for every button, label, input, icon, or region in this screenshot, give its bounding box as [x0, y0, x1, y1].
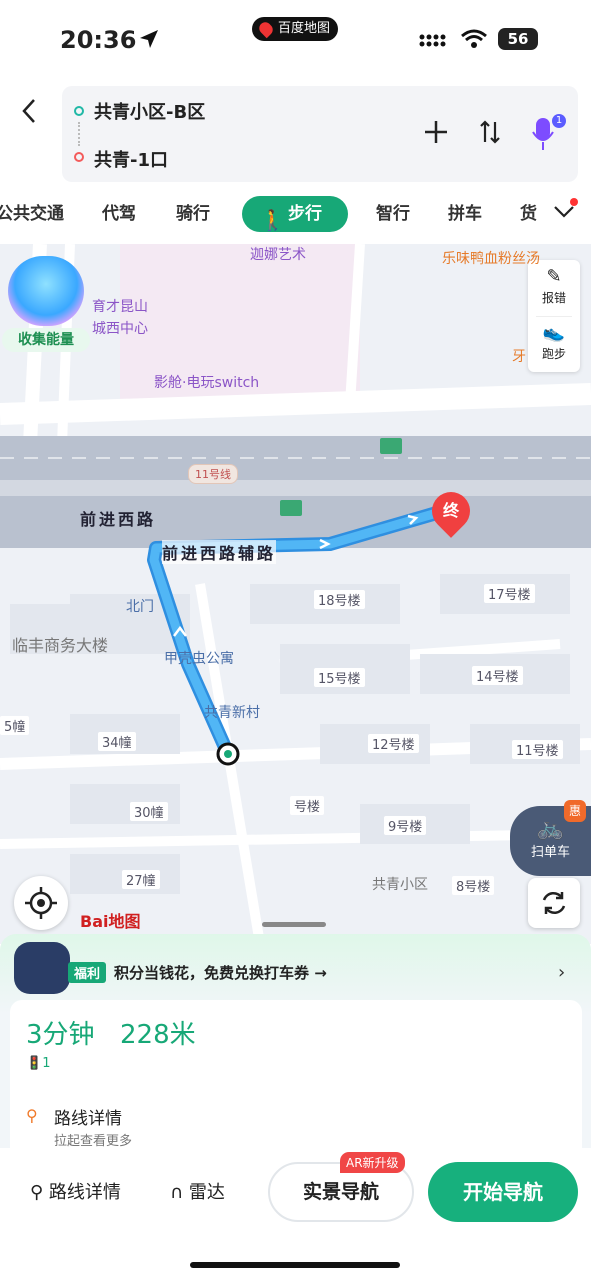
baidu-logo: Bai地图 [80, 912, 141, 931]
crosshair-icon [25, 887, 57, 919]
building-label: 12号楼 [368, 734, 419, 753]
origin-field[interactable]: 共青小区-B区 [94, 98, 205, 124]
route-duration: 3分钟 [26, 1020, 95, 1050]
poi-community[interactable]: 共青小区 [372, 874, 428, 894]
poi-linfeng[interactable]: 临丰商务大楼 [12, 632, 108, 656]
chevron-down-icon[interactable] [552, 204, 576, 220]
mode-tabs: 公共交通 代驾 骑行 🚶 步行 智行 拼车 货 [0, 190, 591, 238]
route-summary-card[interactable]: 3分钟 228米 🚦1 ⚲ 路线详情 拉起查看更多 [10, 1000, 582, 1160]
building-label: 18号楼 [314, 590, 365, 609]
poi-dental[interactable]: 牙 [512, 346, 526, 366]
refresh-button[interactable] [528, 878, 580, 928]
location-pin-icon: ⚲ [30, 1182, 44, 1203]
poi-apartment[interactable]: 甲壳虫公寓 [164, 648, 234, 668]
wifi-icon [461, 29, 487, 48]
destination-field[interactable]: 共青-1口 [94, 146, 168, 172]
promo-tag: 福利 [68, 962, 107, 983]
voice-badge: 1 [552, 114, 566, 128]
scan-bike-button[interactable]: 🚲 扫单车 惠 [510, 800, 591, 876]
status-time: 20:36 [60, 26, 137, 54]
plus-icon [425, 121, 447, 143]
walking-icon: 🚶 [260, 208, 285, 232]
route-detail-hint: 拉起查看更多 [54, 1134, 133, 1149]
map-pin-icon [256, 19, 276, 39]
back-button[interactable] [14, 96, 50, 132]
tab-walking[interactable]: 🚶 步行 [242, 196, 348, 232]
swap-route-button[interactable] [474, 118, 506, 150]
building-label: 5幢 [0, 716, 30, 735]
end-marker[interactable]: 终 [424, 484, 478, 538]
battery-indicator: 56 [498, 28, 538, 50]
promo-banner[interactable]: 福利 积分当钱花，免费兑换打车券 → › [14, 942, 584, 994]
poi-education-1[interactable]: 育才昆山 [92, 296, 148, 316]
traffic-light-count: 🚦1 [26, 1056, 51, 1071]
discount-badge: 惠 [564, 800, 586, 822]
cellular-signal-icon [419, 34, 446, 47]
tab-smart[interactable]: 智行 [376, 196, 410, 232]
road-aux: 前进西路辅路 [162, 540, 277, 564]
building-label: 15号楼 [314, 668, 365, 687]
tab-public-transit[interactable]: 公共交通 [0, 196, 64, 232]
radar-icon: ∩ [170, 1182, 184, 1203]
tab-cycling[interactable]: 骑行 [176, 196, 210, 232]
building-label: 8号楼 [452, 876, 495, 895]
building-label: 34幢 [98, 732, 136, 751]
status-bar: 20:36 百度地图 56 [0, 0, 591, 80]
building-label: 9号楼 [384, 816, 427, 835]
route-detail-title: 路线详情 [54, 1109, 122, 1129]
metro-line-label: 11号线 [188, 464, 238, 484]
start-navigation-button[interactable]: 开始导航 [428, 1162, 578, 1222]
poi-education-2[interactable]: 城西中心 [92, 318, 148, 338]
building-label: 14号楼 [472, 666, 523, 685]
map-view[interactable]: 收集能量 ✎ 报错 👟 跑步 迦娜艺术 乐味鸭血粉丝汤 育才昆山 城西中心 影舱… [0, 244, 591, 944]
route-detail-button[interactable]: ⚲ 路线详情 [30, 1178, 121, 1204]
building-label: 号楼 [290, 796, 325, 815]
building-label: 27幢 [122, 870, 160, 889]
robot-mascot-icon [14, 942, 70, 994]
chevron-right-icon: › [558, 962, 566, 983]
action-bar: ⚲ 路线详情 ∩ 雷达 实景导航 AR新升级 开始导航 [0, 1148, 591, 1280]
swap-icon [480, 120, 500, 144]
ar-upgrade-badge: AR新升级 [340, 1152, 405, 1173]
building-label: 11号楼 [512, 740, 563, 759]
building-label: 17号楼 [484, 584, 535, 603]
running-button[interactable]: 👟 跑步 [528, 316, 580, 372]
tab-carpool[interactable]: 拼车 [448, 196, 482, 232]
report-error-button[interactable]: ✎ 报错 [528, 260, 580, 316]
road-main: 前进西路 [80, 510, 157, 529]
edit-icon: ✎ [546, 266, 562, 287]
notification-dot [570, 198, 578, 206]
route-distance: 228米 [120, 1020, 196, 1050]
home-indicator [190, 1262, 400, 1268]
poi-village[interactable]: 共青新村 [204, 702, 260, 722]
mascot-avatar [8, 256, 84, 326]
poi-cinema[interactable]: 影舱·电玩switch [154, 372, 259, 392]
locate-me-button[interactable] [14, 876, 68, 930]
radar-button[interactable]: ∩ 雷达 [170, 1178, 225, 1204]
collect-energy-label: 收集能量 [2, 328, 90, 352]
end-dot-icon [74, 152, 84, 162]
poi-north-gate[interactable]: 北门 [126, 596, 154, 616]
poi-art[interactable]: 迦娜艺术 [250, 244, 306, 264]
start-dot-icon [74, 106, 84, 116]
building-label: 30幢 [130, 802, 168, 821]
tab-freight[interactable]: 货 [520, 196, 540, 232]
map-tools: ✎ 报错 👟 跑步 [528, 260, 580, 372]
refresh-icon [542, 891, 566, 915]
tab-designated-driver[interactable]: 代驾 [102, 196, 136, 232]
app-indicator: 百度地图 [252, 17, 338, 41]
sheet-grip[interactable] [262, 922, 326, 927]
running-shoe-icon: 👟 [542, 322, 566, 343]
chevron-left-icon [22, 99, 35, 123]
poi-restaurant[interactable]: 乐味鸭血粉丝汤 [442, 248, 540, 268]
collect-energy-widget[interactable]: 收集能量 [2, 256, 90, 352]
promo-text: 积分当钱花，免费兑换打车券 → [114, 964, 327, 982]
route-pin-icon: ⚲ [26, 1106, 38, 1125]
voice-button[interactable]: 1 [530, 114, 566, 152]
add-waypoint-button[interactable] [420, 118, 452, 150]
location-arrow-icon [140, 30, 158, 48]
